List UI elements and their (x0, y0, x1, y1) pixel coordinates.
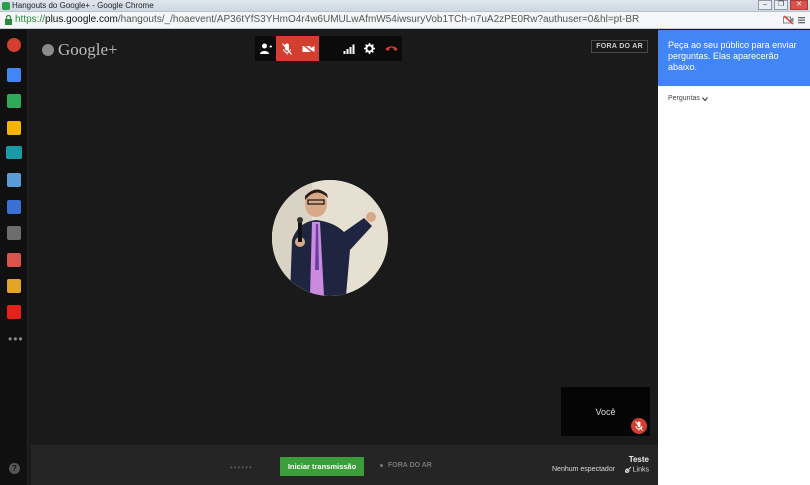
broadcast-status-text: FORA DO AR (388, 462, 432, 469)
participant-avatar (272, 180, 388, 296)
dia-app-icon[interactable] (6, 146, 22, 159)
links-button[interactable]: Links (623, 466, 649, 474)
url-path: /hangouts/_/hoaevent/AP36tYfS3YHmO4r4w6U… (117, 14, 640, 25)
chevron-down-icon (701, 96, 708, 101)
broadcast-progress-dots: •••••• (230, 463, 253, 472)
camera-blocked-icon[interactable] (783, 15, 794, 25)
app-rail: ••• ? (0, 30, 28, 485)
address-bar[interactable]: https://plus.google.com/hangouts/_/hoaev… (0, 12, 810, 29)
qa-panel: Peça ao seu público para enviar pergunta… (658, 30, 810, 485)
window-controls: – ❐ ✕ (758, 0, 808, 10)
bandwidth-button[interactable] (338, 36, 359, 61)
start-broadcast-button[interactable]: Iniciar transmissão (280, 457, 364, 476)
hangout-main: Google+ FORA DO AR Você •••••• Iniciar t… (28, 30, 658, 485)
youtube-icon[interactable] (7, 305, 21, 319)
google-plus-brand: Google+ (42, 40, 118, 60)
invite-button[interactable] (255, 36, 276, 61)
camera-icon[interactable] (7, 173, 21, 187)
qa-header: Peça ao seu público para enviar pergunta… (658, 30, 810, 86)
close-window-button[interactable]: ✕ (790, 0, 808, 10)
speaker-photo (272, 180, 388, 296)
more-apps-icon[interactable]: ••• (8, 333, 24, 345)
hangouts-favicon-icon (2, 2, 10, 10)
link-icon (623, 466, 632, 474)
bandwidth-icon (343, 44, 355, 54)
url-host: plus.google.com (45, 14, 118, 25)
restore-button[interactable]: ❐ (774, 0, 788, 10)
viewer-count: Nenhum espectador (552, 466, 616, 473)
call-toolbar (255, 36, 402, 61)
photos-icon[interactable] (7, 279, 21, 293)
settings-icon (364, 43, 376, 54)
app-window: Hangouts do Google+ - Google Chrome – ❐ … (0, 0, 810, 485)
mic-muted-icon (282, 42, 292, 55)
url-scheme: https:// (15, 14, 46, 25)
messages-icon[interactable] (7, 68, 21, 82)
status-dot-icon (380, 463, 383, 467)
help-icon[interactable]: ? (9, 463, 20, 474)
status-badge: FORA DO AR (591, 40, 648, 53)
broadcast-bar: •••••• Iniciar transmissão FORA DO AR Te… (31, 445, 658, 485)
questions-filter-dropdown[interactable]: Perguntas (668, 95, 708, 102)
broadcast-title: Teste (628, 455, 649, 464)
minimize-button[interactable]: – (758, 0, 772, 10)
url-text[interactable]: https://plus.google.com/hangouts/_/hoaev… (15, 14, 639, 25)
video-icon[interactable] (7, 200, 21, 214)
tv-icon[interactable] (7, 253, 21, 267)
window-titlebar: Hangouts do Google+ - Google Chrome – ❐ … (0, 0, 810, 12)
self-view-label: Você (595, 407, 616, 417)
brand-name: Google+ (58, 40, 118, 59)
self-view-tile[interactable]: Você (561, 387, 650, 436)
google-plus-notifications-icon[interactable] (7, 38, 21, 52)
hang-up-button[interactable] (381, 36, 402, 61)
broadcast-status: FORA DO AR (380, 462, 432, 469)
lock-icon (5, 15, 12, 25)
settings-button[interactable] (359, 36, 380, 61)
chrome-menu-icon[interactable] (797, 15, 806, 25)
self-mic-status (631, 418, 647, 434)
film-icon[interactable] (7, 226, 21, 240)
hang-up-icon (385, 46, 398, 51)
hangouts-icon (42, 44, 54, 56)
links-label: Links (632, 466, 649, 474)
mic-toggle-button[interactable] (276, 36, 298, 61)
camera-off-icon (302, 43, 315, 54)
share-icon[interactable] (7, 94, 21, 108)
invite-icon (259, 43, 272, 54)
mic-muted-icon (635, 421, 643, 431)
tags-icon[interactable] (7, 121, 21, 135)
window-title: Hangouts do Google+ - Google Chrome (12, 1, 154, 10)
questions-filter-label: Perguntas (668, 95, 700, 102)
camera-toggle-button[interactable] (297, 36, 320, 61)
